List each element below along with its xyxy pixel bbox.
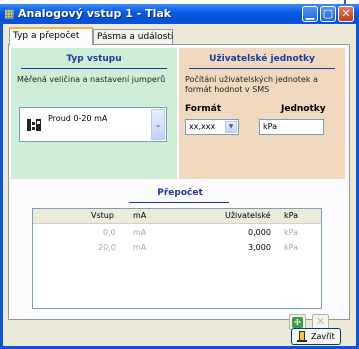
conversion-table[interactable]: Vstup mA Uživatelské kPa 0,0 mA 0,000 kP… [32, 208, 322, 309]
format-label: Formát [185, 104, 222, 114]
tab-ranges-events[interactable]: Pásma a události [93, 29, 173, 44]
row-input-value: 0,0 [103, 228, 116, 237]
remove-icon: ✕ [315, 315, 326, 328]
window-title: Analogový vstup 1 - Tlak [18, 7, 172, 20]
row-input-value: 20,0 [98, 243, 116, 252]
input-type-select[interactable]: Proud 0-20 mA ⌄ [19, 107, 167, 142]
row-user-unit: kPa [284, 228, 298, 237]
row-user-value: 3,000 [248, 243, 271, 252]
input-type-description: Měřená veličina a nastavení jumperů [17, 75, 166, 84]
user-units-section: Uživatelské jednotky Počítání uživatelsk… [179, 48, 345, 179]
units-label: Jednotky [281, 104, 326, 114]
user-units-title: Uživatelské jednotky [209, 54, 315, 64]
plus-icon: + [292, 317, 303, 328]
close-window-button[interactable]: ✕ [338, 6, 354, 22]
close-label: Zavřít [311, 332, 335, 341]
format-value: xx,xxx [189, 122, 216, 131]
tab-panel: Typ vstupu Měřená veličina a nastavení j… [8, 44, 350, 330]
input-type-underline [21, 68, 167, 69]
user-units-underline [189, 68, 335, 69]
header-input-unit: mA [133, 211, 147, 220]
title-bar[interactable]: ▦ Analogový vstup 1 - Tlak ▁ ▢ ✕ [0, 4, 359, 24]
header-user-unit: kPa [284, 211, 298, 220]
header-user: Uživatelské [225, 211, 271, 220]
jumper-icon [26, 117, 42, 133]
chevron-down-icon[interactable]: ▼ [225, 121, 237, 133]
dialog-client: Typ a přepočet Pásma a události Typ vstu… [3, 24, 356, 346]
maximize-button[interactable]: ▢ [320, 6, 336, 22]
chevron-down-icon[interactable]: ⌄ [151, 109, 165, 140]
input-type-section: Typ vstupu Měřená veličina a nastavení j… [11, 48, 177, 179]
row-user-unit: kPa [284, 243, 298, 252]
conversion-underline [129, 202, 229, 203]
close-button[interactable]: Zavřít [291, 328, 341, 345]
format-select[interactable]: xx,xxx ▼ [185, 119, 239, 135]
door-exit-icon [297, 331, 307, 342]
row-input-unit: mA [133, 228, 147, 237]
row-user-value: 0,000 [248, 228, 271, 237]
input-type-title: Typ vstupu [66, 54, 122, 64]
units-input[interactable]: kPa [259, 119, 324, 135]
input-type-value: Proud 0-20 mA [48, 114, 108, 123]
dialog-window: ▦ Analogový vstup 1 - Tlak ▁ ▢ ✕ Typ a p… [0, 4, 359, 349]
conversion-title: Přepočet [157, 188, 203, 198]
user-units-description: Počítání uživatelských jednotek a formát… [185, 75, 318, 94]
row-input-unit: mA [133, 243, 147, 252]
app-icon: ▦ [4, 7, 15, 20]
tab-type-conversion[interactable]: Typ a přepočet [9, 27, 93, 45]
minimize-button[interactable]: ▁ [302, 6, 318, 22]
table-header: Vstup mA Uživatelské kPa [33, 209, 321, 224]
header-input: Vstup [91, 211, 114, 220]
